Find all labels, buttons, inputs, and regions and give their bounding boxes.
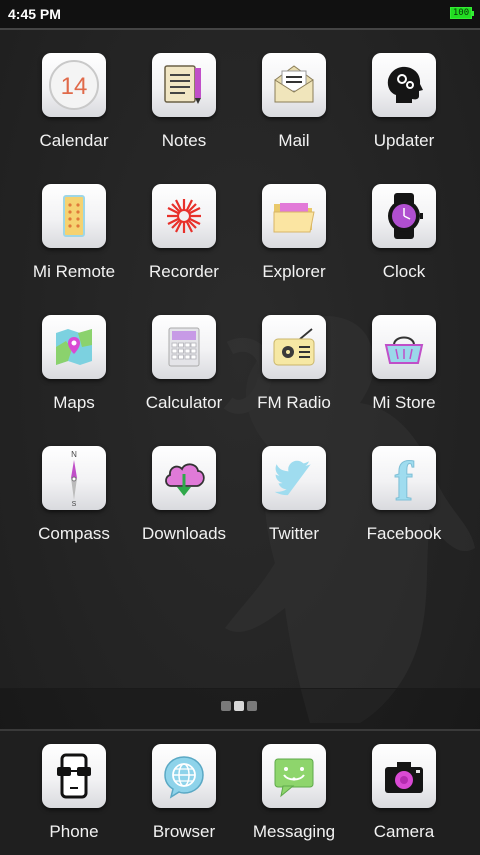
- app-label: Updater: [373, 131, 435, 150]
- app-label: Mail: [278, 131, 310, 150]
- app-label: Mi Store: [372, 393, 436, 412]
- dock-phone[interactable]: Phone: [19, 731, 129, 851]
- svg-text:S: S: [72, 501, 77, 508]
- browser-icon: [164, 756, 204, 799]
- battery-icon: 100: [450, 7, 474, 19]
- app-twitter[interactable]: Twitter: [239, 433, 349, 553]
- app-label: Messaging: [252, 822, 336, 841]
- maps-icon: [56, 329, 92, 365]
- app-label: Calculator: [145, 393, 223, 412]
- svg-text:14: 14: [61, 73, 88, 100]
- camera-icon: [385, 762, 423, 793]
- app-label: FM Radio: [257, 393, 331, 412]
- mail-icon: [274, 65, 314, 103]
- app-maps[interactable]: Maps: [19, 302, 129, 422]
- app-label: Facebook: [366, 524, 442, 543]
- facebook-icon: f: [394, 451, 415, 507]
- app-calendar[interactable]: 14 Calendar: [19, 40, 129, 160]
- app-mi-remote[interactable]: Mi Remote: [19, 171, 129, 291]
- page-dot-current[interactable]: [234, 701, 244, 711]
- phone-icon: [57, 753, 91, 799]
- notes-icon: [164, 65, 201, 104]
- downloads-icon: [165, 463, 205, 496]
- svg-text:N: N: [71, 450, 77, 459]
- page-dot[interactable]: [247, 701, 257, 711]
- page-indicator[interactable]: [221, 701, 257, 711]
- fm-radio-icon: [273, 328, 315, 366]
- twitter-icon: [274, 460, 311, 496]
- recorder-icon: [167, 199, 201, 233]
- dock-browser[interactable]: Browser: [129, 731, 239, 851]
- app-explorer[interactable]: Explorer: [239, 171, 349, 291]
- dock-camera[interactable]: Camera: [349, 731, 459, 851]
- calculator-icon: [168, 327, 200, 367]
- app-label: Recorder: [149, 262, 219, 281]
- status-time: 4:45 PM: [8, 6, 61, 22]
- dock: Phone Browser Messaging Camera: [0, 729, 480, 855]
- clock-icon: [388, 193, 423, 239]
- mi-remote-icon: [63, 195, 85, 237]
- app-notes[interactable]: Notes: [129, 40, 239, 160]
- messaging-icon: [274, 758, 314, 798]
- explorer-icon: [273, 203, 315, 233]
- app-label: Twitter: [268, 524, 320, 543]
- app-label: Clock: [382, 262, 426, 281]
- app-label: Mi Remote: [32, 262, 116, 281]
- dock-messaging[interactable]: Messaging: [239, 731, 349, 851]
- app-label: Compass: [38, 524, 110, 543]
- app-clock[interactable]: Clock: [349, 171, 459, 291]
- app-facebook[interactable]: f Facebook: [349, 433, 459, 553]
- app-label: Phone: [49, 822, 99, 841]
- app-calculator[interactable]: Calculator: [129, 302, 239, 422]
- app-mail[interactable]: Mail: [239, 40, 349, 160]
- app-label: Browser: [152, 822, 216, 841]
- app-mi-store[interactable]: Mi Store: [349, 302, 459, 422]
- app-compass[interactable]: N S Compass: [19, 433, 129, 553]
- calendar-icon: 14: [49, 60, 99, 110]
- page-dot[interactable]: [221, 701, 231, 711]
- compass-icon: N S: [71, 450, 77, 508]
- updater-icon: [387, 66, 423, 103]
- mi-store-icon: [384, 336, 424, 364]
- status-bar: 4:45 PM 100: [0, 0, 480, 30]
- app-downloads[interactable]: Downloads: [129, 433, 239, 553]
- svg-text:f: f: [395, 451, 415, 506]
- app-label: Explorer: [262, 262, 326, 281]
- app-label: Calendar: [39, 131, 109, 150]
- app-label: Downloads: [141, 524, 227, 543]
- app-label: Camera: [373, 822, 435, 841]
- app-label: Notes: [161, 131, 207, 150]
- app-recorder[interactable]: Recorder: [129, 171, 239, 291]
- app-fm-radio[interactable]: FM Radio: [239, 302, 349, 422]
- app-label: Maps: [53, 393, 95, 412]
- app-updater[interactable]: Updater: [349, 40, 459, 160]
